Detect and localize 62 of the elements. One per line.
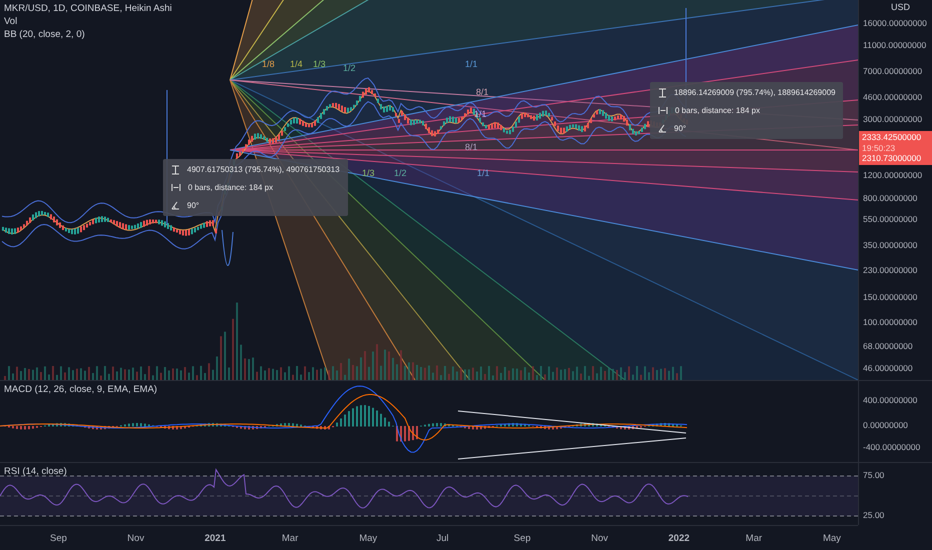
indicator-legend: Vol bbox=[4, 16, 172, 28]
price-tick: 46.00000000 bbox=[863, 363, 913, 374]
fan-ratio-label: 8/1 bbox=[476, 87, 489, 97]
measure-text: 90° bbox=[674, 123, 686, 134]
price-tick: 350.00000000 bbox=[863, 240, 918, 251]
time-tick: Jul bbox=[436, 532, 450, 544]
time-tick: 2022 bbox=[668, 532, 691, 544]
measure-text: 90° bbox=[187, 200, 200, 211]
time-tick: Mar bbox=[282, 532, 300, 544]
angle-icon bbox=[171, 201, 180, 210]
time-tick: 2021 bbox=[204, 532, 227, 544]
fan-ratio-label: 8/1 bbox=[465, 142, 478, 152]
measure-text: 0 bars, distance: 184 px bbox=[675, 105, 760, 116]
time-tick: Sep bbox=[514, 532, 532, 544]
measure-text: 18896.14269009 (795.74%), 1889614269009 bbox=[674, 87, 836, 98]
indicator-legend: MKR/USD, 1D, COINBASE, Heikin Ashi bbox=[4, 3, 172, 15]
price-range-icon bbox=[658, 88, 667, 98]
indicator-legend: RSI (14, close) bbox=[4, 466, 67, 478]
time-tick: Nov bbox=[127, 532, 146, 544]
price-tick: 11000.00000000 bbox=[863, 40, 926, 51]
rsi-tick: 75.00 bbox=[863, 470, 884, 481]
bar-countdown: 19:50:23 bbox=[862, 142, 896, 153]
last-price: 2333.42500000 bbox=[862, 132, 922, 142]
measure-text: 4907.61750313 (795.74%), 490761750313 bbox=[187, 164, 340, 175]
previous-price: 2310.73000000 bbox=[862, 153, 922, 164]
price-tick: 1200.00000000 bbox=[863, 170, 922, 181]
angle-icon bbox=[658, 124, 667, 133]
indicator-legend: BB (20, close, 2, 0) bbox=[4, 29, 172, 41]
fan-ratio-label: 1/8 bbox=[262, 59, 275, 69]
measure-text: 0 bars, distance: 184 px bbox=[188, 182, 273, 193]
currency-label: USD bbox=[889, 2, 912, 12]
time-tick: May bbox=[359, 532, 378, 544]
price-tick: 68.00000000 bbox=[863, 341, 913, 352]
fan-ratio-label: 1/2 bbox=[343, 63, 356, 73]
fan-ratio-label: 1/3 bbox=[313, 59, 326, 69]
bars-range-icon bbox=[171, 183, 181, 192]
macd-tick: 400.00000000 bbox=[863, 395, 918, 406]
bars-range-icon bbox=[658, 106, 668, 115]
price-tick: 550.00000000 bbox=[863, 214, 918, 225]
fan-ratio-label: 1/1 bbox=[477, 168, 490, 178]
rsi-tick: 25.00 bbox=[863, 510, 884, 521]
fan-ratio-label: 1/1 bbox=[465, 59, 478, 69]
price-tick: 4600.00000000 bbox=[863, 92, 922, 103]
indicator-legend: MACD (12, 26, close, 9, EMA, EMA) bbox=[4, 384, 158, 396]
price-tick: 230.00000000 bbox=[863, 265, 918, 276]
price-tick: 7000.00000000 bbox=[863, 66, 922, 77]
fan-ratio-label: 1/3 bbox=[362, 168, 375, 178]
price-tick: 150.00000000 bbox=[863, 292, 918, 303]
price-tick: 800.00000000 bbox=[863, 193, 918, 204]
price-tick: 100.00000000 bbox=[863, 317, 918, 328]
price-tick: 3000.00000000 bbox=[863, 114, 922, 125]
price-range-icon bbox=[171, 164, 180, 174]
time-tick: Nov bbox=[591, 532, 609, 544]
time-tick: May bbox=[822, 532, 842, 544]
time-tick: Sep bbox=[50, 532, 68, 544]
macd-tick: 0.00000000 bbox=[863, 420, 908, 431]
price-tick: 16000.00000000 bbox=[863, 18, 927, 29]
price-dip-line bbox=[222, 230, 234, 266]
macd-tick: -400.00000000 bbox=[863, 442, 920, 453]
time-tick: Mar bbox=[746, 532, 764, 544]
fan-ratio-label: 1/2 bbox=[394, 168, 407, 178]
fan-ratio-label: 1/4 bbox=[290, 59, 303, 69]
